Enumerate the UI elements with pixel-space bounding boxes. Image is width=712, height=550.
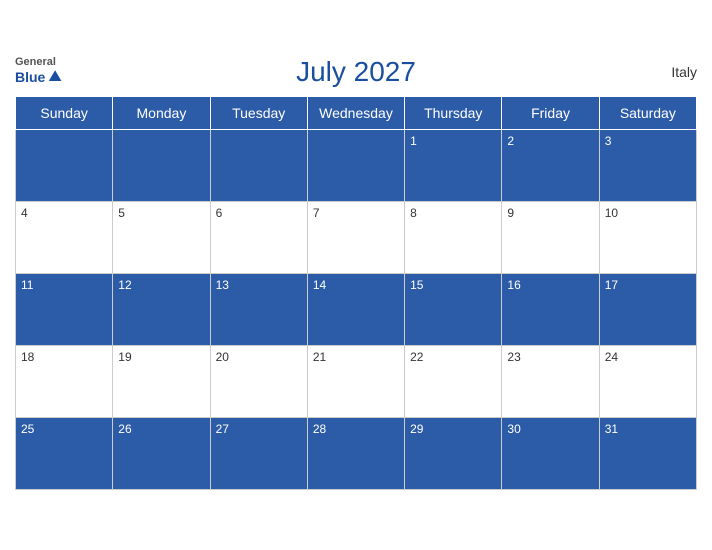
- day-number: 19: [118, 350, 131, 364]
- calendar-week-row: 4 5 6 7 8 9 10: [16, 201, 697, 273]
- day-number: 6: [216, 206, 223, 220]
- calendar-day-cell: 10: [599, 201, 696, 273]
- day-number: 13: [216, 278, 229, 292]
- logo-area: General Blue ⛰: [15, 57, 62, 86]
- weekday-header-row: Sunday Monday Tuesday Wednesday Thursday…: [16, 96, 697, 129]
- calendar-wrapper: General Blue ⛰ July 2027 Italy Sunday Mo…: [0, 46, 712, 505]
- calendar-day-cell: 13: [210, 273, 307, 345]
- logo-blue-text: Blue: [15, 70, 45, 84]
- calendar-body: 1234567891011121314151617181920212223242…: [16, 129, 697, 489]
- day-number: 4: [21, 206, 28, 220]
- day-number: 31: [605, 422, 618, 436]
- calendar-day-cell: 15: [405, 273, 502, 345]
- calendar-day-cell: 25: [16, 417, 113, 489]
- calendar-header: General Blue ⛰ July 2027 Italy: [15, 56, 697, 88]
- day-number: 24: [605, 350, 618, 364]
- calendar-day-cell: [16, 129, 113, 201]
- day-number: 28: [313, 422, 326, 436]
- calendar-day-cell: 18: [16, 345, 113, 417]
- calendar-day-cell: [210, 129, 307, 201]
- header-sunday: Sunday: [16, 96, 113, 129]
- day-number: 11: [21, 278, 33, 292]
- calendar-day-cell: 14: [307, 273, 404, 345]
- calendar-day-cell: 27: [210, 417, 307, 489]
- day-number: 29: [410, 422, 423, 436]
- calendar-day-cell: 2: [502, 129, 599, 201]
- day-number: 22: [410, 350, 423, 364]
- calendar-day-cell: 20: [210, 345, 307, 417]
- calendar-day-cell: 5: [113, 201, 210, 273]
- day-number: 25: [21, 422, 34, 436]
- day-number: 30: [507, 422, 520, 436]
- calendar-day-cell: 9: [502, 201, 599, 273]
- day-number: 21: [313, 350, 326, 364]
- day-number: 27: [216, 422, 229, 436]
- header-friday: Friday: [502, 96, 599, 129]
- day-number: 3: [605, 134, 612, 148]
- day-number: 14: [313, 278, 326, 292]
- calendar-day-cell: 31: [599, 417, 696, 489]
- day-number: 8: [410, 206, 417, 220]
- header-monday: Monday: [113, 96, 210, 129]
- calendar-day-cell: 30: [502, 417, 599, 489]
- calendar-thead: Sunday Monday Tuesday Wednesday Thursday…: [16, 96, 697, 129]
- day-number: 12: [118, 278, 131, 292]
- logo-general-text: General: [15, 57, 56, 68]
- day-number: 20: [216, 350, 229, 364]
- day-number: 15: [410, 278, 423, 292]
- day-number: 7: [313, 206, 320, 220]
- calendar-day-cell: 12: [113, 273, 210, 345]
- calendar-day-cell: 1: [405, 129, 502, 201]
- logo-bird-icon: ⛰: [48, 68, 61, 86]
- logo-container: General Blue ⛰: [15, 57, 62, 86]
- calendar-day-cell: 6: [210, 201, 307, 273]
- calendar-day-cell: 7: [307, 201, 404, 273]
- calendar-day-cell: 4: [16, 201, 113, 273]
- calendar-week-row: 25 26 27 28 29 30 31: [16, 417, 697, 489]
- day-number: 10: [605, 206, 618, 220]
- calendar-day-cell: 24: [599, 345, 696, 417]
- calendar-table: Sunday Monday Tuesday Wednesday Thursday…: [15, 96, 697, 490]
- day-number: 1: [410, 134, 417, 148]
- day-number: 2: [507, 134, 514, 148]
- day-number: 5: [118, 206, 125, 220]
- day-number: 17: [605, 278, 618, 292]
- calendar-day-cell: 8: [405, 201, 502, 273]
- calendar-day-cell: 19: [113, 345, 210, 417]
- calendar-day-cell: 29: [405, 417, 502, 489]
- day-number: 23: [507, 350, 520, 364]
- calendar-week-row: 18 19 20 21 22 23 24: [16, 345, 697, 417]
- country-label: Italy: [671, 64, 697, 80]
- header-wednesday: Wednesday: [307, 96, 404, 129]
- calendar-day-cell: 11: [16, 273, 113, 345]
- calendar-day-cell: 16: [502, 273, 599, 345]
- calendar-day-cell: 28: [307, 417, 404, 489]
- calendar-day-cell: [113, 129, 210, 201]
- header-saturday: Saturday: [599, 96, 696, 129]
- calendar-title: July 2027: [296, 56, 416, 88]
- calendar-day-cell: [307, 129, 404, 201]
- logo-row: Blue ⛰: [15, 68, 62, 86]
- header-thursday: Thursday: [405, 96, 502, 129]
- header-tuesday: Tuesday: [210, 96, 307, 129]
- calendar-day-cell: 17: [599, 273, 696, 345]
- calendar-day-cell: 21: [307, 345, 404, 417]
- calendar-day-cell: 3: [599, 129, 696, 201]
- calendar-week-row: 11 12 13 14 15 16 17: [16, 273, 697, 345]
- day-number: 26: [118, 422, 131, 436]
- day-number: 18: [21, 350, 34, 364]
- calendar-week-row: 1 2 3: [16, 129, 697, 201]
- day-number: 16: [507, 278, 520, 292]
- calendar-day-cell: 22: [405, 345, 502, 417]
- day-number: 9: [507, 206, 514, 220]
- calendar-day-cell: 23: [502, 345, 599, 417]
- calendar-day-cell: 26: [113, 417, 210, 489]
